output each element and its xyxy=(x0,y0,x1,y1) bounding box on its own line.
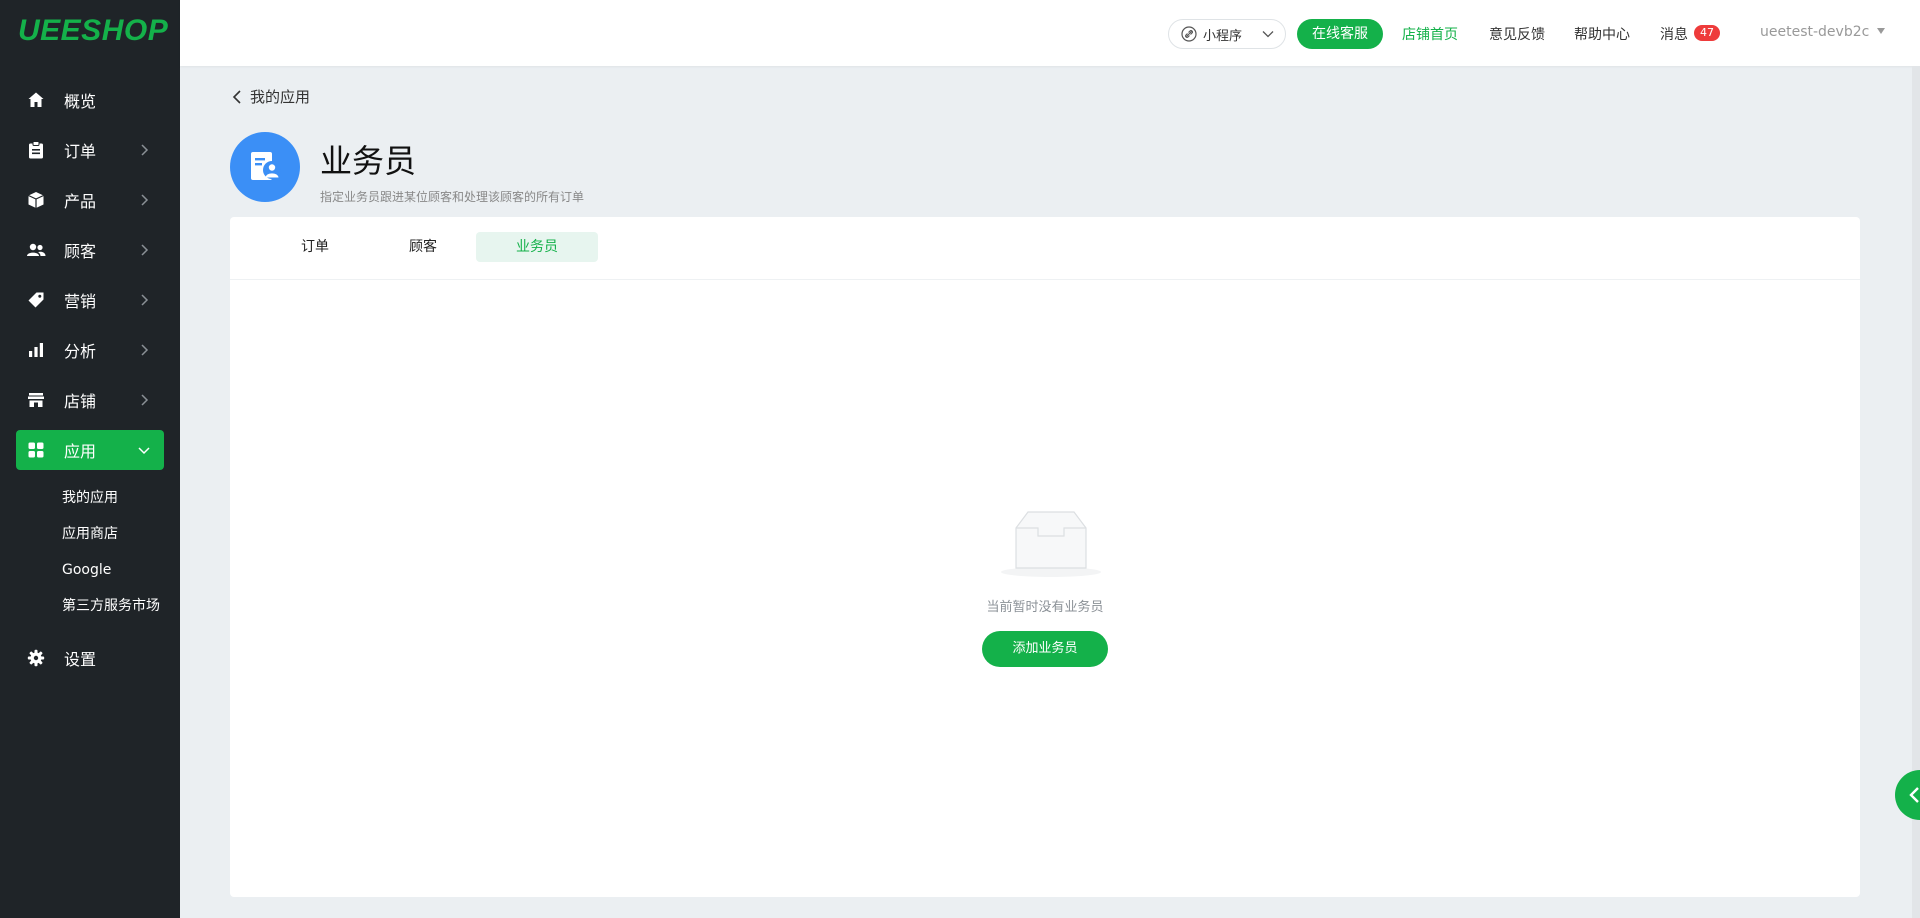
floating-collapse-button[interactable] xyxy=(1895,770,1920,820)
tab-bar: 订单 顾客 业务员 xyxy=(230,217,1860,280)
empty-state-message: 当前暂时没有业务员 xyxy=(986,600,1104,615)
tab-orders[interactable]: 订单 xyxy=(254,232,376,262)
sidebar-item-label: 分析 xyxy=(64,342,97,361)
apps-icon xyxy=(26,440,46,460)
sidebar-item-label: 店铺 xyxy=(64,392,97,411)
sidebar-item-label: 设置 xyxy=(64,650,97,669)
feedback-link[interactable]: 意见反馈 xyxy=(1489,24,1545,44)
link-icon xyxy=(1181,26,1197,42)
salesperson-app-icon xyxy=(230,132,300,202)
tab-salespersons[interactable]: 业务员 xyxy=(476,232,598,262)
users-icon xyxy=(26,240,46,260)
chevron-left-icon xyxy=(232,89,241,104)
chevron-right-icon xyxy=(141,194,149,206)
sidebar-item-marketing[interactable]: 营销 xyxy=(16,280,164,320)
submenu-item-my-apps[interactable]: 我的应用 xyxy=(0,480,180,516)
store-icon xyxy=(26,390,46,410)
chevron-right-icon xyxy=(141,344,149,356)
top-bar: 小程序 在线客服 店铺首页 意见反馈 帮助中心 消息 47 ueetest-de… xyxy=(180,0,1920,66)
caret-down-icon[interactable] xyxy=(1877,28,1885,34)
content-card: 订单 顾客 业务员 当前暂时没有业务员 添加业务员 xyxy=(230,217,1860,897)
sidebar-item-customers[interactable]: 顾客 xyxy=(16,230,164,270)
submenu-item-google[interactable]: Google xyxy=(0,552,180,588)
page-description: 指定业务员跟进某位顾客和处理该顾客的所有订单 xyxy=(320,190,585,204)
tag-icon xyxy=(26,290,46,310)
chevron-right-icon xyxy=(141,294,149,306)
sidebar-item-apps[interactable]: 应用 xyxy=(16,430,164,470)
empty-inbox-icon xyxy=(1001,511,1101,577)
chevron-right-icon xyxy=(141,144,149,156)
sidebar-item-label: 产品 xyxy=(64,192,97,211)
back-link[interactable]: 我的应用 xyxy=(232,86,310,107)
chevron-down-icon xyxy=(138,447,150,455)
home-icon xyxy=(26,90,46,110)
logo[interactable]: UEESHOP xyxy=(18,14,168,48)
sidebar-item-label: 顾客 xyxy=(64,242,97,261)
page-title: 业务员 xyxy=(320,142,417,180)
sidebar-item-settings[interactable]: 设置 xyxy=(16,638,164,678)
sidebar-item-label: 应用 xyxy=(64,442,97,461)
back-label: 我的应用 xyxy=(250,88,311,106)
chevron-left-icon xyxy=(1909,787,1919,803)
clipboard-icon xyxy=(26,140,46,160)
chevron-right-icon xyxy=(141,394,149,406)
box-icon xyxy=(26,190,46,210)
sidebar-item-label: 营销 xyxy=(64,292,97,311)
user-account-menu[interactable]: ueetest-devb2c xyxy=(1760,24,1869,40)
sidebar-item-overview[interactable]: 概览 xyxy=(16,80,164,120)
sidebar-item-orders[interactable]: 订单 xyxy=(16,130,164,170)
submenu-item-app-store[interactable]: 应用商店 xyxy=(0,516,180,552)
submenu-item-third-party-market[interactable]: 第三方服务市场 xyxy=(0,588,180,624)
chevron-right-icon xyxy=(141,244,149,256)
gear-icon xyxy=(26,648,46,668)
mini-program-label: 小程序 xyxy=(1203,28,1243,44)
messages-link[interactable]: 消息 xyxy=(1660,24,1688,44)
add-salesperson-button[interactable]: 添加业务员 xyxy=(982,631,1108,667)
sidebar-nav: 概览 订单 产品 顾客 营销 分析 店铺 应用 我的应用 应用商店 Google… xyxy=(0,80,180,688)
message-count-badge: 47 xyxy=(1694,25,1720,41)
sidebar-item-analytics[interactable]: 分析 xyxy=(16,330,164,370)
mini-program-dropdown[interactable]: 小程序 xyxy=(1168,19,1286,49)
bar-chart-icon xyxy=(26,340,46,360)
apps-submenu: 我的应用 应用商店 Google 第三方服务市场 xyxy=(0,480,180,624)
store-home-link[interactable]: 店铺首页 xyxy=(1402,24,1458,44)
online-service-button[interactable]: 在线客服 xyxy=(1297,19,1383,49)
sidebar-item-label: 概览 xyxy=(64,92,97,111)
sidebar-item-products[interactable]: 产品 xyxy=(16,180,164,220)
help-center-link[interactable]: 帮助中心 xyxy=(1574,24,1630,44)
chevron-down-icon xyxy=(1262,31,1274,38)
sidebar-item-store[interactable]: 店铺 xyxy=(16,380,164,420)
tab-customers[interactable]: 顾客 xyxy=(362,232,484,262)
sidebar: UEESHOP 概览 订单 产品 顾客 营销 分析 店铺 应用 我的应用 应用商… xyxy=(0,0,180,918)
sidebar-item-label: 订单 xyxy=(64,142,97,161)
